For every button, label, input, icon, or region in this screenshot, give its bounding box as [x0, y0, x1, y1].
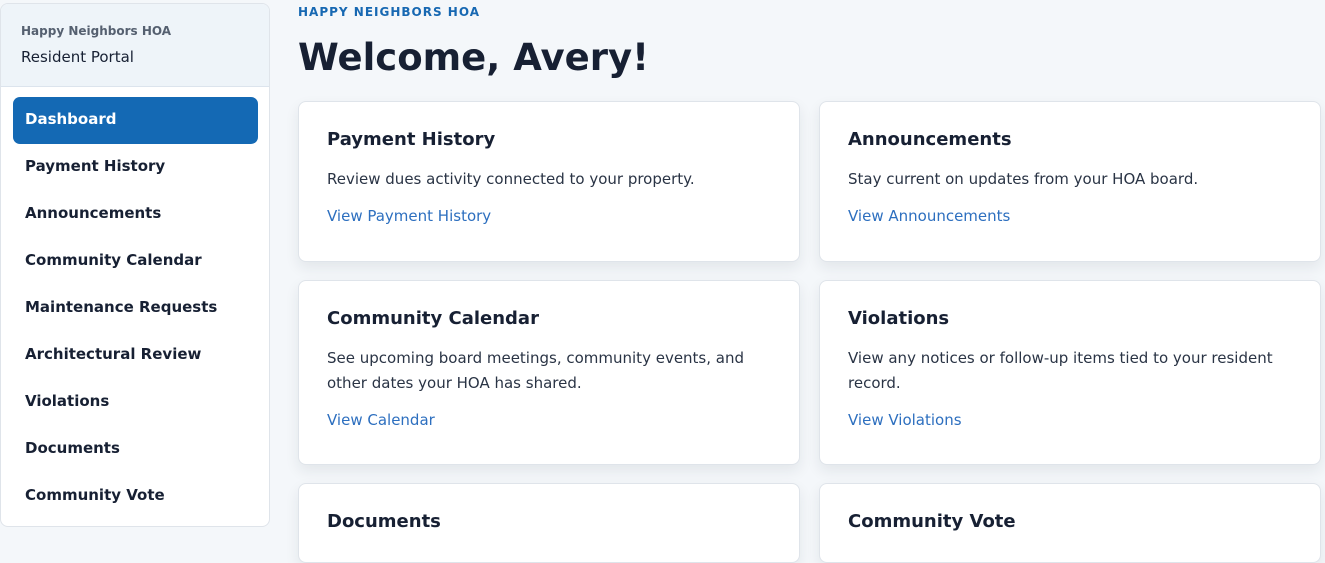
violations-card: Violations View any notices or follow-up… [819, 280, 1321, 465]
sidebar-item-documents[interactable]: Documents [13, 426, 258, 473]
view-announcements-link[interactable]: View Announcements [848, 207, 1010, 225]
view-violations-link[interactable]: View Violations [848, 411, 962, 429]
sidebar-item-announcements[interactable]: Announcements [13, 191, 258, 238]
documents-card: Documents [298, 483, 800, 563]
sidebar-item-community-vote[interactable]: Community Vote [13, 473, 258, 520]
sidebar-header: Happy Neighbors HOA Resident Portal [1, 4, 269, 87]
org-name: Happy Neighbors HOA [21, 24, 172, 38]
card-title: Violations [848, 308, 950, 329]
card-description: View any notices or follow-up items tied… [848, 349, 1273, 392]
community-vote-card: Community Vote [819, 483, 1321, 563]
sidebar-item-violations[interactable]: Violations [13, 379, 258, 426]
page-title: Welcome, Avery! [298, 36, 649, 79]
payment-history-card: Payment History Review dues activity con… [298, 101, 800, 262]
announcements-card: Announcements Stay current on updates fr… [819, 101, 1321, 262]
card-description: See upcoming board meetings, community e… [327, 349, 745, 392]
sidebar: Happy Neighbors HOA Resident Portal Dash… [0, 3, 270, 527]
portal-title: Resident Portal [21, 48, 134, 66]
main-content: HAPPY NEIGHBORS HOA Welcome, Avery! Paym… [298, 0, 1325, 563]
community-calendar-card: Community Calendar See upcoming board me… [298, 280, 800, 465]
card-description: Review dues activity connected to your p… [327, 170, 695, 188]
sidebar-nav: Dashboard Payment History Announcements … [1, 87, 269, 520]
view-calendar-link[interactable]: View Calendar [327, 411, 435, 429]
sidebar-item-dashboard[interactable]: Dashboard [13, 97, 258, 144]
card-title: Community Calendar [327, 308, 539, 329]
card-title: Payment History [327, 129, 496, 150]
sidebar-item-maintenance-requests[interactable]: Maintenance Requests [13, 285, 258, 332]
sidebar-item-architectural-review[interactable]: Architectural Review [13, 332, 258, 379]
org-eyebrow: HAPPY NEIGHBORS HOA [298, 5, 481, 19]
sidebar-item-community-calendar[interactable]: Community Calendar [13, 238, 258, 285]
sidebar-item-payment-history[interactable]: Payment History [13, 144, 258, 191]
card-title: Announcements [848, 129, 1012, 150]
card-title: Community Vote [848, 511, 1016, 532]
view-payment-history-link[interactable]: View Payment History [327, 207, 491, 225]
card-title: Documents [327, 511, 441, 532]
card-description: Stay current on updates from your HOA bo… [848, 170, 1199, 188]
